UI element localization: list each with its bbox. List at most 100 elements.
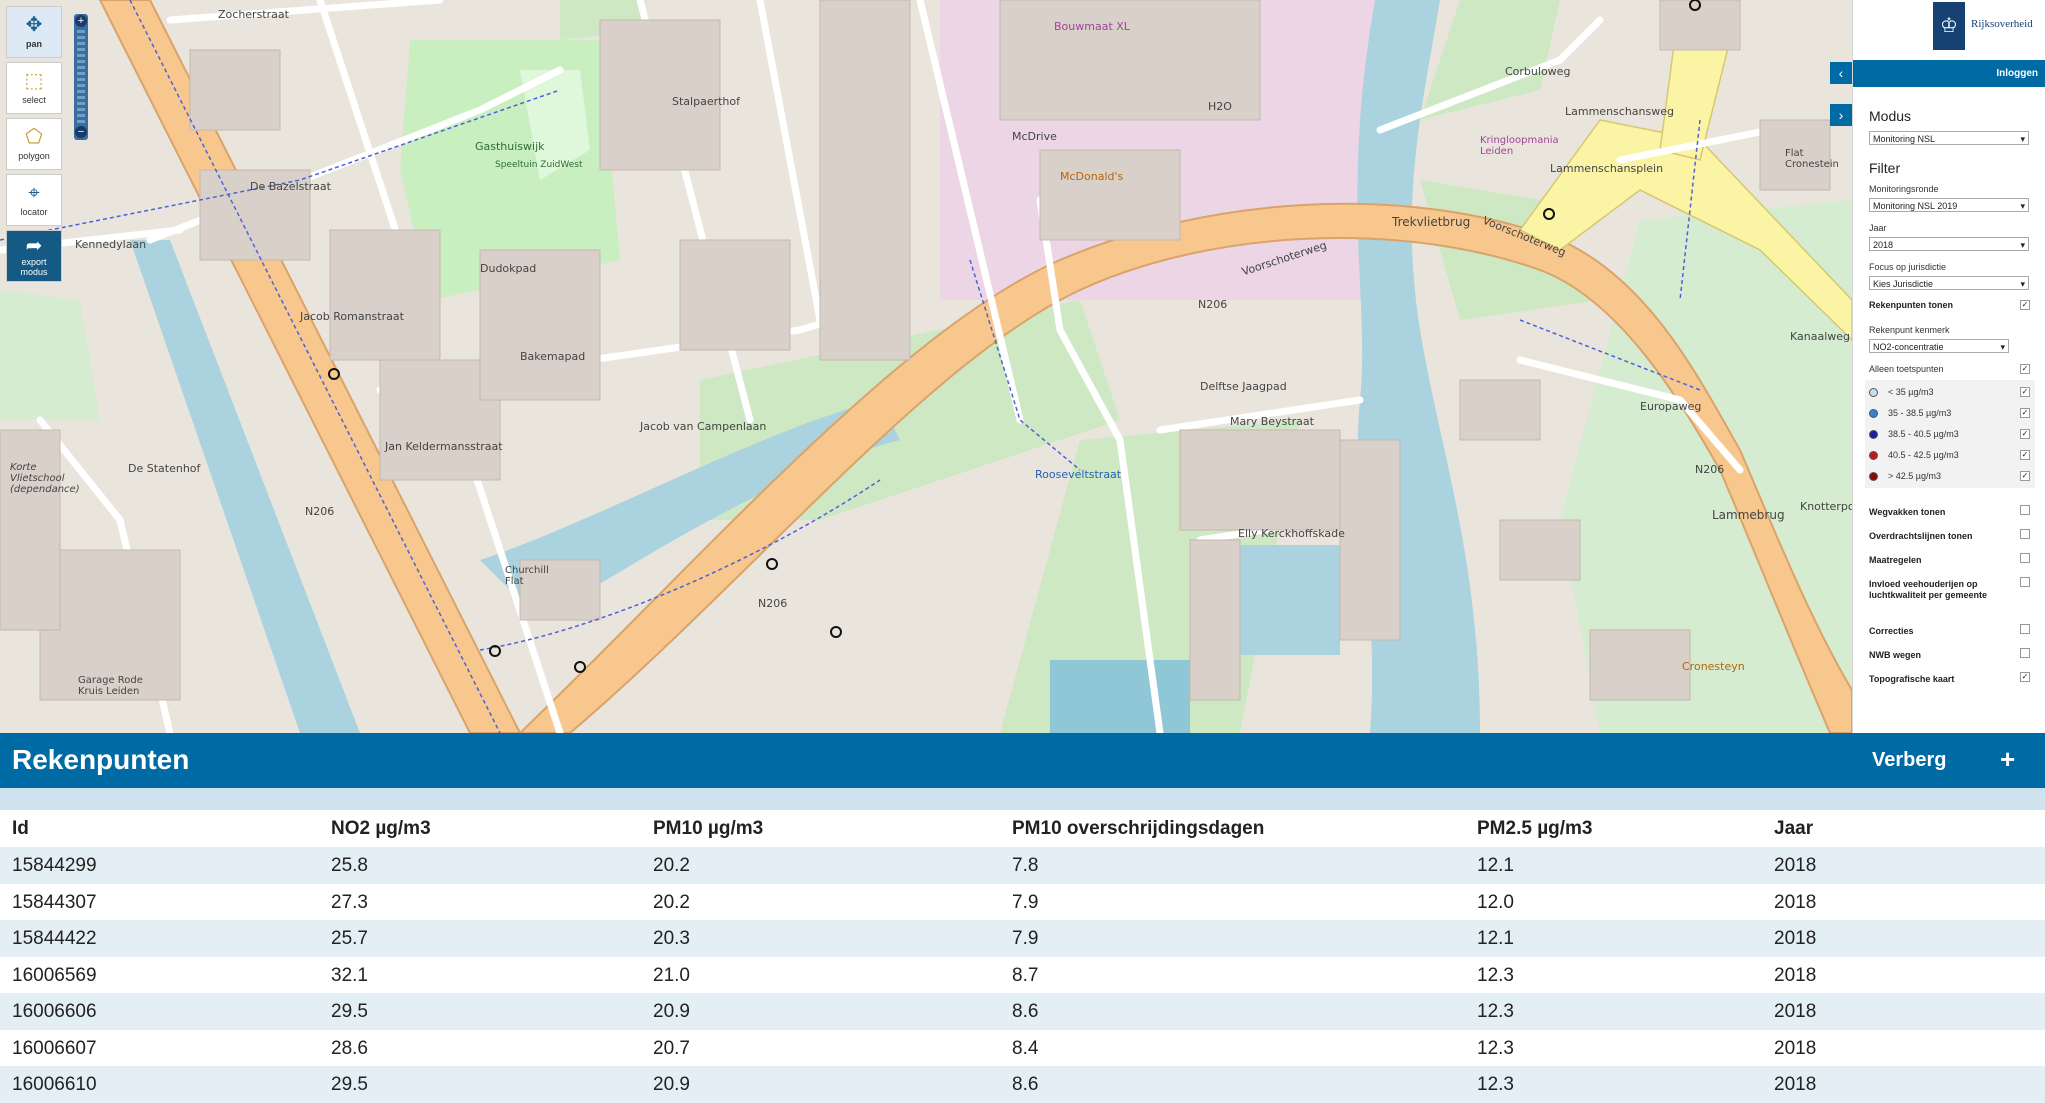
brand-name: Rijksoverheid [1971,18,2033,30]
map-view[interactable]: Zocherstraat Gasthuiswijk Speeltuin Zuid… [0,0,1852,733]
zoom-out-button[interactable]: − [75,126,87,138]
map-label-jan-keldermansstraat: Jan Keldermansstraat [385,440,503,453]
table-cell: 20.9 [653,1001,690,1022]
overdrachtslijnen-checkbox[interactable] [2020,529,2030,539]
export-mode-label: export modus [20,257,48,277]
legend-checkbox-4[interactable]: ✓ [2020,450,2030,460]
modus-title: Modus [1869,108,1912,124]
table-cell: 7.8 [1012,855,1039,876]
map-label-lammenschansplein: Lammenschansplein [1550,162,1664,175]
table-cell: 16006610 [12,1074,97,1095]
table-cell: 20.2 [653,855,690,876]
map-label-lammebrug: Lammebrug [1712,508,1785,522]
export-arrow-icon: ➦ [25,235,43,257]
legend-checkbox-5[interactable]: ✓ [2020,471,2030,481]
modus-select[interactable]: Monitoring NSL [1869,131,2029,146]
collapse-panel-left-icon[interactable]: ‹ [1830,62,1852,84]
table-row[interactable]: 16006569 32.1 21.0 8.7 12.3 2018 [0,957,2045,994]
verberg-button[interactable]: Verberg [1872,749,1946,772]
map-label-garage: Garage Rode Kruis Leiden [78,675,143,697]
map-label-de-bazelstraat: De Bazelstraat [250,180,331,193]
table-row[interactable]: 16006607 28.6 20.7 8.4 12.3 2018 [0,1030,2045,1067]
table-cell: 12.3 [1477,1074,1514,1095]
map-label-kennedylaan: Kennedylaan [75,238,147,251]
locator-tool-button[interactable]: ⌖ locator [6,174,62,226]
map-label-bouwmaat: Bouwmaat XL [1054,20,1130,33]
table-cell: 2018 [1774,1037,1817,1059]
legend-item-4: 40.5 - 42.5 µg/m3 [1869,450,1959,461]
column-header-no2[interactable]: NO2 µg/m3 [331,818,431,840]
login-link[interactable]: Inloggen [1996,68,2038,79]
map-label-lammenschansweg: Lammenschansweg [1565,105,1674,118]
jaar-select[interactable]: 2018 [1869,237,2029,252]
table-cell: 7.9 [1012,928,1039,949]
collapse-panel-right-icon[interactable]: › [1830,104,1852,126]
polygon-tool-button[interactable]: ⬠ polygon [6,118,62,170]
column-header-id[interactable]: Id [12,818,29,840]
select-tool-button[interactable]: ⬚ select [6,62,62,114]
pan-tool-label: pan [25,39,42,49]
map-label-jacob-van-campenlaan: Jacob van Campenlaan [640,420,767,433]
map-label-zocherstraat: Zocherstraat [218,8,289,21]
table-cell: 12.3 [1477,1037,1514,1059]
rekenpunten-title: Rekenpunten [12,744,190,775]
map-label-trekvlietbrug: Trekvlietbrug [1392,215,1471,229]
column-header-jaar[interactable]: Jaar [1774,818,1813,840]
table-row[interactable]: 16006610 29.5 20.9 8.6 12.3 2018 [0,1066,2045,1103]
legend-checkbox-1[interactable]: ✓ [2020,387,2030,397]
alleen-toetspunten-checkbox[interactable]: ✓ [2020,364,2030,374]
table-row[interactable]: 15844307 27.3 20.2 7.9 12.0 2018 [0,884,2045,921]
jurisdictie-select[interactable]: Kies Jurisdictie [1869,276,2029,291]
nwb-wegen-label: NWB wegen [1869,650,1922,660]
zoom-slider[interactable]: + − [74,14,88,140]
table-cell: 2018 [1774,928,1817,949]
topografische-kaart-checkbox[interactable]: ✓ [2020,672,2030,682]
table-cell: 16006607 [12,1037,97,1059]
export-mode-button[interactable]: ➦ export modus [6,230,62,282]
legend-checkbox-2[interactable]: ✓ [2020,408,2030,418]
zoom-in-button[interactable]: + [75,15,87,27]
map-label-h2o: H2O [1208,100,1232,113]
legend-label: < 35 µg/m3 [1888,387,1934,397]
column-header-pm25[interactable]: PM2.5 µg/m3 [1477,818,1592,840]
locator-tool-label: locator [20,207,48,217]
legend-dot-icon [1869,388,1878,398]
wegvakken-checkbox[interactable] [2020,505,2030,515]
table-cell: 12.0 [1477,891,1514,913]
column-header-pm10[interactable]: PM10 µg/m3 [653,818,763,840]
expand-plus-icon[interactable]: + [2000,744,2015,775]
table-cell: 16006606 [12,1001,97,1022]
rekenpunten-tonen-label: Rekenpunten tonen [1869,300,1954,310]
maatregelen-checkbox[interactable] [2020,553,2030,563]
table-cell: 20.3 [653,928,690,949]
header-divider [0,788,2045,810]
veehouderijen-checkbox[interactable] [2020,577,2030,587]
map-label-mcdrive: McDrive [1012,130,1057,143]
map-label-delftse-jaagpad: Delftse Jaagpad [1200,380,1287,393]
rekenpunten-table: Id NO2 µg/m3 PM10 µg/m3 PM10 overschrijd… [0,810,2045,1103]
table-row[interactable]: 15844299 25.8 20.2 7.8 12.1 2018 [0,847,2045,884]
map-label-elly-kerckhoffskade: Elly Kerckhoffskade [1238,527,1345,540]
pan-tool-button[interactable]: ✥ pan [6,6,62,58]
table-row[interactable]: 15844422 25.7 20.3 7.9 12.1 2018 [0,920,2045,957]
map-label-churchill-flat: Churchill Flat [505,565,549,587]
rekenpunten-tonen-checkbox[interactable]: ✓ [2020,300,2030,310]
correcties-checkbox[interactable] [2020,624,2030,634]
legend-label: > 42.5 µg/m3 [1888,471,1941,481]
maatregelen-label: Maatregelen [1869,555,1922,565]
table-cell: 25.7 [331,928,368,949]
legend-checkbox-3[interactable]: ✓ [2020,429,2030,439]
table-cell: 15844307 [12,891,97,913]
map-label-europaweg: Europaweg [1640,400,1702,413]
kenmerk-select[interactable]: NO2-concentratie [1869,339,2009,354]
monitoringsronde-select[interactable]: Monitoring NSL 2019 [1869,198,2029,213]
table-row[interactable]: 16006606 29.5 20.9 8.6 12.3 2018 [0,993,2045,1030]
zoom-track[interactable] [77,30,85,124]
crosshair-icon: ⌖ [28,182,40,204]
column-header-pm10-dagen[interactable]: PM10 overschrijdingsdagen [1012,818,1264,840]
map-label-flat-cronestein: Flat Cronestein [1785,148,1839,170]
legend-dot-icon [1869,430,1878,440]
map-label-speeltuin: Speeltuin ZuidWest [495,160,583,170]
table-cell: 20.9 [653,1074,690,1095]
nwb-wegen-checkbox[interactable] [2020,648,2030,658]
